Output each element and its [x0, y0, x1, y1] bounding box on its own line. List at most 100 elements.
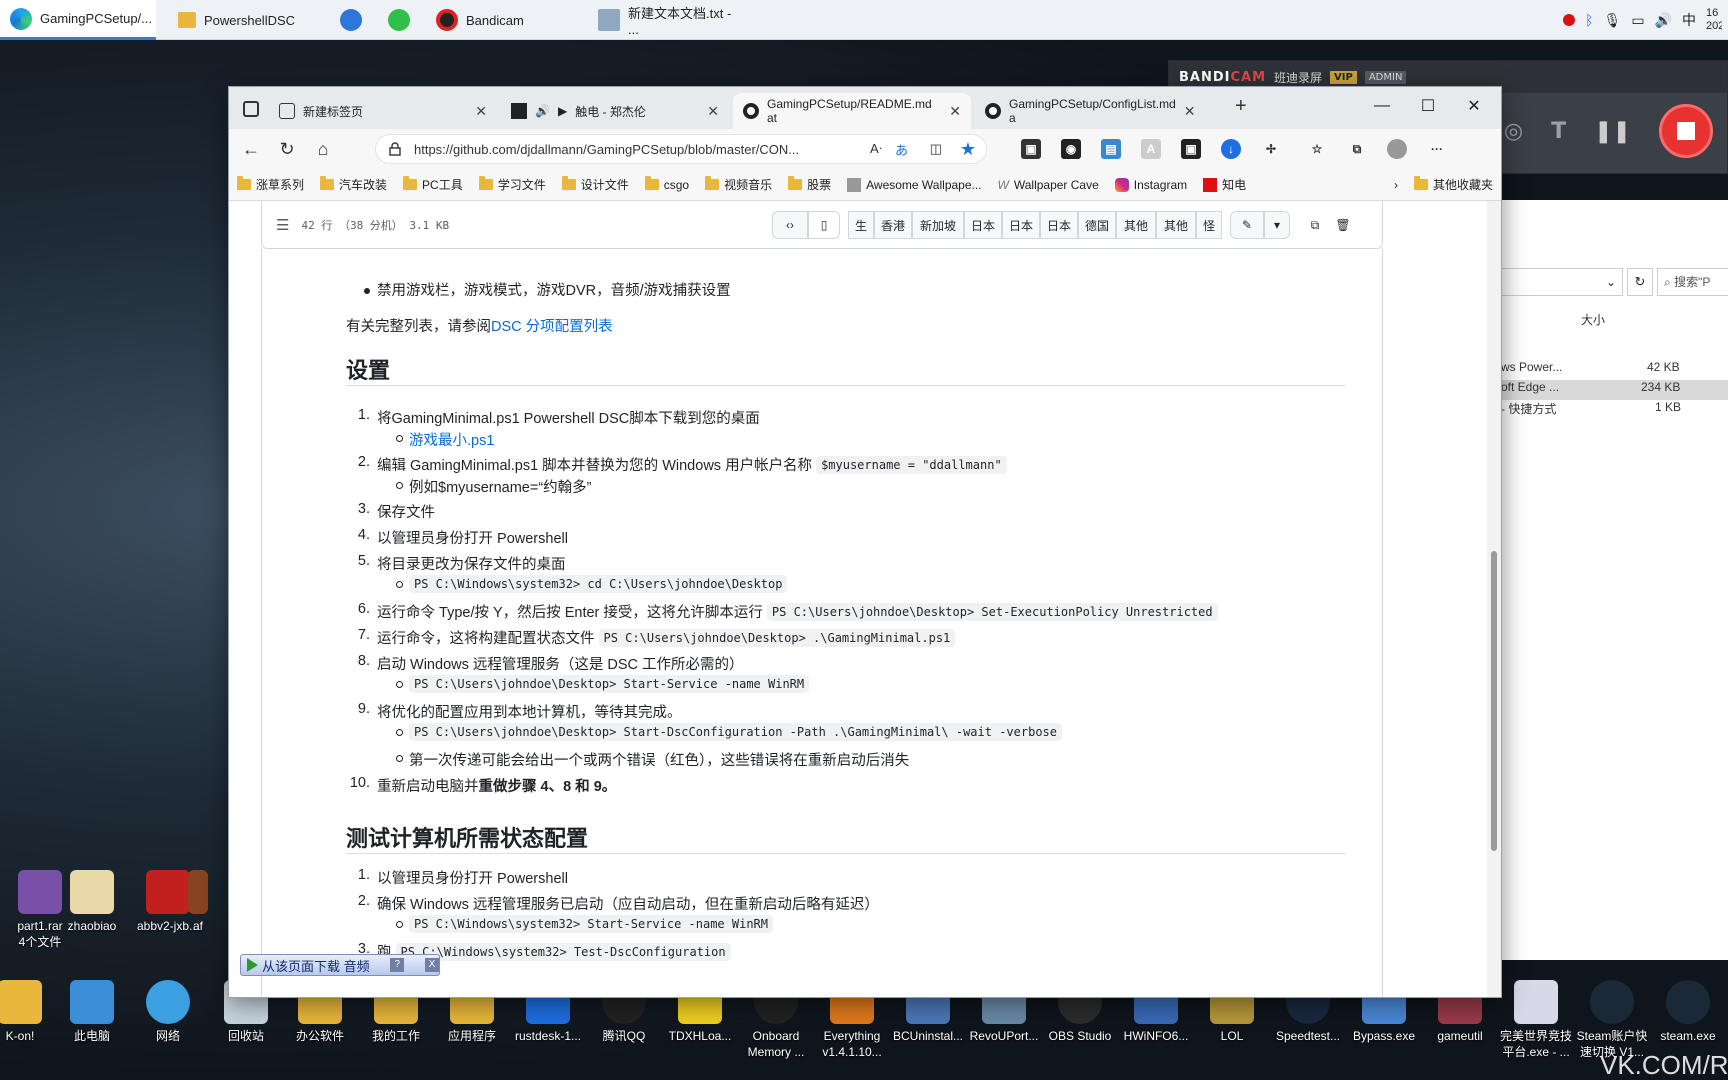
- read-aloud-icon[interactable]: Aᐧ: [870, 141, 882, 157]
- extension-icon[interactable]: ◉: [1061, 139, 1081, 159]
- stop-record-button[interactable]: [1659, 104, 1713, 158]
- help-button[interactable]: ?: [390, 958, 405, 972]
- dsc-config-list-link[interactable]: DSC 分项配置列表: [491, 315, 613, 336]
- desktop-icon-network[interactable]: 网络: [128, 980, 208, 1044]
- extension-icon[interactable]: ↓: [1221, 139, 1241, 159]
- extensions-puzzle-icon[interactable]: ✢: [1261, 139, 1281, 159]
- close-window-button[interactable]: ✕: [1451, 87, 1497, 125]
- preview-button[interactable]: ▯: [808, 211, 840, 239]
- home-button[interactable]: ⌂: [305, 133, 341, 165]
- back-button[interactable]: ←: [233, 133, 269, 165]
- bookmark-folder[interactable]: csgo: [637, 176, 697, 192]
- text-icon[interactable]: T: [1551, 119, 1566, 144]
- maximize-button[interactable]: ☐: [1405, 87, 1451, 125]
- file-row[interactable]: oft Edge ... 234 KB: [1501, 380, 1728, 400]
- close-icon[interactable]: ✕: [949, 103, 961, 120]
- desktop-icon-perfect-world[interactable]: 完美世界竞技 平台.exe - ...: [1496, 980, 1576, 1060]
- copy-button[interactable]: ⧉: [1302, 211, 1328, 239]
- taskbar-item-explorer[interactable]: PowershellDSC: [168, 0, 324, 40]
- toolbar-button[interactable]: 其他: [1156, 211, 1196, 239]
- more-menu-icon[interactable]: ···: [1427, 139, 1447, 159]
- desktop-icon-this-pc[interactable]: 此电脑: [52, 980, 132, 1044]
- code-view-button[interactable]: ‹›: [772, 211, 808, 239]
- toolbar-button[interactable]: 日本: [1040, 211, 1078, 239]
- extension-icon[interactable]: ▤: [1101, 139, 1121, 159]
- file-row[interactable]: ws Power... 42 KB: [1501, 360, 1728, 380]
- ime-indicator[interactable]: 中: [1682, 10, 1696, 30]
- close-icon[interactable]: ✕: [1184, 103, 1196, 120]
- favorite-star-icon[interactable]: ★: [960, 139, 976, 160]
- volume-icon[interactable]: 🔊: [1655, 12, 1672, 29]
- clock[interactable]: 16 202: [1706, 7, 1722, 33]
- bookmark-link[interactable]: W Wallpaper Cave: [990, 178, 1107, 192]
- bookmark-link[interactable]: Awesome Wallpape...: [839, 177, 989, 192]
- bluetooth-icon[interactable]: ᛒ: [1585, 12, 1593, 28]
- record-indicator-icon[interactable]: [1563, 14, 1576, 26]
- refresh-icon[interactable]: ↻: [1627, 268, 1653, 296]
- column-header-size[interactable]: 大小: [1581, 311, 1605, 328]
- toolbar-button[interactable]: 生: [848, 211, 874, 239]
- taskbar-item-app[interactable]: [330, 0, 370, 40]
- bookmark-folder[interactable]: 视频音乐: [697, 176, 780, 193]
- tab-configlist[interactable]: GamingPCSetup/ConfigList.md a ✕: [975, 93, 1203, 129]
- microphone-icon[interactable]: 🎙: [1604, 12, 1622, 29]
- network-icon[interactable]: ▭: [1631, 12, 1644, 29]
- close-icon[interactable]: ✕: [707, 103, 719, 120]
- other-bookmarks[interactable]: 其他收藏夹: [1406, 176, 1501, 193]
- extension-icon[interactable]: ▣: [1181, 139, 1201, 159]
- taskbar-item-notepad[interactable]: 新建文本文档.txt - ...: [588, 0, 744, 40]
- toolbar-button[interactable]: 其他: [1116, 211, 1156, 239]
- translate-icon[interactable]: あ: [895, 140, 908, 159]
- bookmark-link[interactable]: 知电: [1195, 176, 1254, 193]
- bookmark-folder[interactable]: PC工具: [395, 176, 471, 193]
- page-scrollbar[interactable]: [1487, 201, 1501, 997]
- tab-new-tab[interactable]: 新建标签页 ✕: [269, 93, 497, 129]
- bookmark-folder[interactable]: 汽车改装: [312, 176, 395, 193]
- collections-icon[interactable]: ⧉: [1347, 139, 1367, 159]
- toolbar-button[interactable]: 日本: [1002, 211, 1040, 239]
- edit-button[interactable]: ✎: [1230, 211, 1264, 239]
- cursor-icon[interactable]: ◎: [1504, 119, 1523, 144]
- extension-icon[interactable]: A: [1141, 139, 1161, 159]
- pause-icon[interactable]: ❚❚: [1594, 119, 1631, 144]
- toolbar-button[interactable]: 怪: [1196, 211, 1222, 239]
- profile-avatar[interactable]: [1387, 139, 1407, 159]
- edit-dropdown-button[interactable]: ▾: [1264, 211, 1290, 239]
- minimize-button[interactable]: —: [1359, 87, 1405, 125]
- download-audio-bar[interactable]: 从该页面下载 音频 ? X: [240, 954, 440, 976]
- taskbar-item-wechat[interactable]: [378, 0, 418, 40]
- close-icon[interactable]: ✕: [475, 103, 487, 120]
- url-input[interactable]: https://github.com/djdallmann/GamingPCSe…: [375, 134, 987, 164]
- tab-readme[interactable]: GamingPCSetup/README.md at ✕: [733, 93, 971, 129]
- toolbar-button[interactable]: 德国: [1078, 211, 1116, 239]
- search-input[interactable]: ⌕ 搜索"P: [1657, 268, 1728, 296]
- bookmarks-overflow[interactable]: ›: [1386, 178, 1406, 192]
- split-screen-icon[interactable]: ◫: [930, 141, 942, 157]
- desktop-icon-kon[interactable]: K-on!: [0, 980, 60, 1044]
- toolbar-button[interactable]: 香港: [874, 211, 912, 239]
- favorites-icon[interactable]: ☆: [1307, 139, 1327, 159]
- desktop-icon-zhaobiao[interactable]: zhaobiao: [52, 870, 132, 934]
- scrollbar-thumb[interactable]: [1491, 551, 1497, 851]
- toolbar-button[interactable]: 新加坡: [912, 211, 964, 239]
- bookmark-folder[interactable]: 学习文件: [471, 176, 554, 193]
- file-row[interactable]: - 快捷方式 1 KB: [1501, 400, 1728, 420]
- taskbar-item-bandicam[interactable]: Bandicam: [426, 0, 582, 40]
- path-dropdown[interactable]: ⌄: [1501, 268, 1623, 296]
- bookmark-link[interactable]: Instagram: [1107, 177, 1195, 192]
- bookmark-folder[interactable]: 涨草系列: [229, 176, 312, 193]
- refresh-button[interactable]: ↻: [269, 133, 305, 165]
- delete-button[interactable]: 🗑: [1330, 211, 1356, 239]
- close-button[interactable]: X: [425, 958, 439, 972]
- audio-playing-icon[interactable]: 🔊: [535, 104, 550, 118]
- tab-music[interactable]: 🔊 ▶ 触电 - 郑杰伦 ✕: [501, 93, 729, 129]
- new-tab-button[interactable]: +: [1235, 95, 1247, 118]
- outline-icon[interactable]: ☰: [276, 216, 289, 234]
- bookmark-folder[interactable]: 设计文件: [554, 176, 637, 193]
- extension-icon[interactable]: ▣: [1021, 139, 1041, 159]
- desktop-icon-steam[interactable]: steam.exe: [1648, 980, 1728, 1044]
- desktop-icon-steam-switch[interactable]: Steam账户快 速切换 V1...: [1572, 980, 1652, 1060]
- tab-actions-icon[interactable]: [243, 101, 259, 117]
- bookmark-folder[interactable]: 股票: [780, 176, 839, 193]
- toolbar-button[interactable]: 日本: [964, 211, 1002, 239]
